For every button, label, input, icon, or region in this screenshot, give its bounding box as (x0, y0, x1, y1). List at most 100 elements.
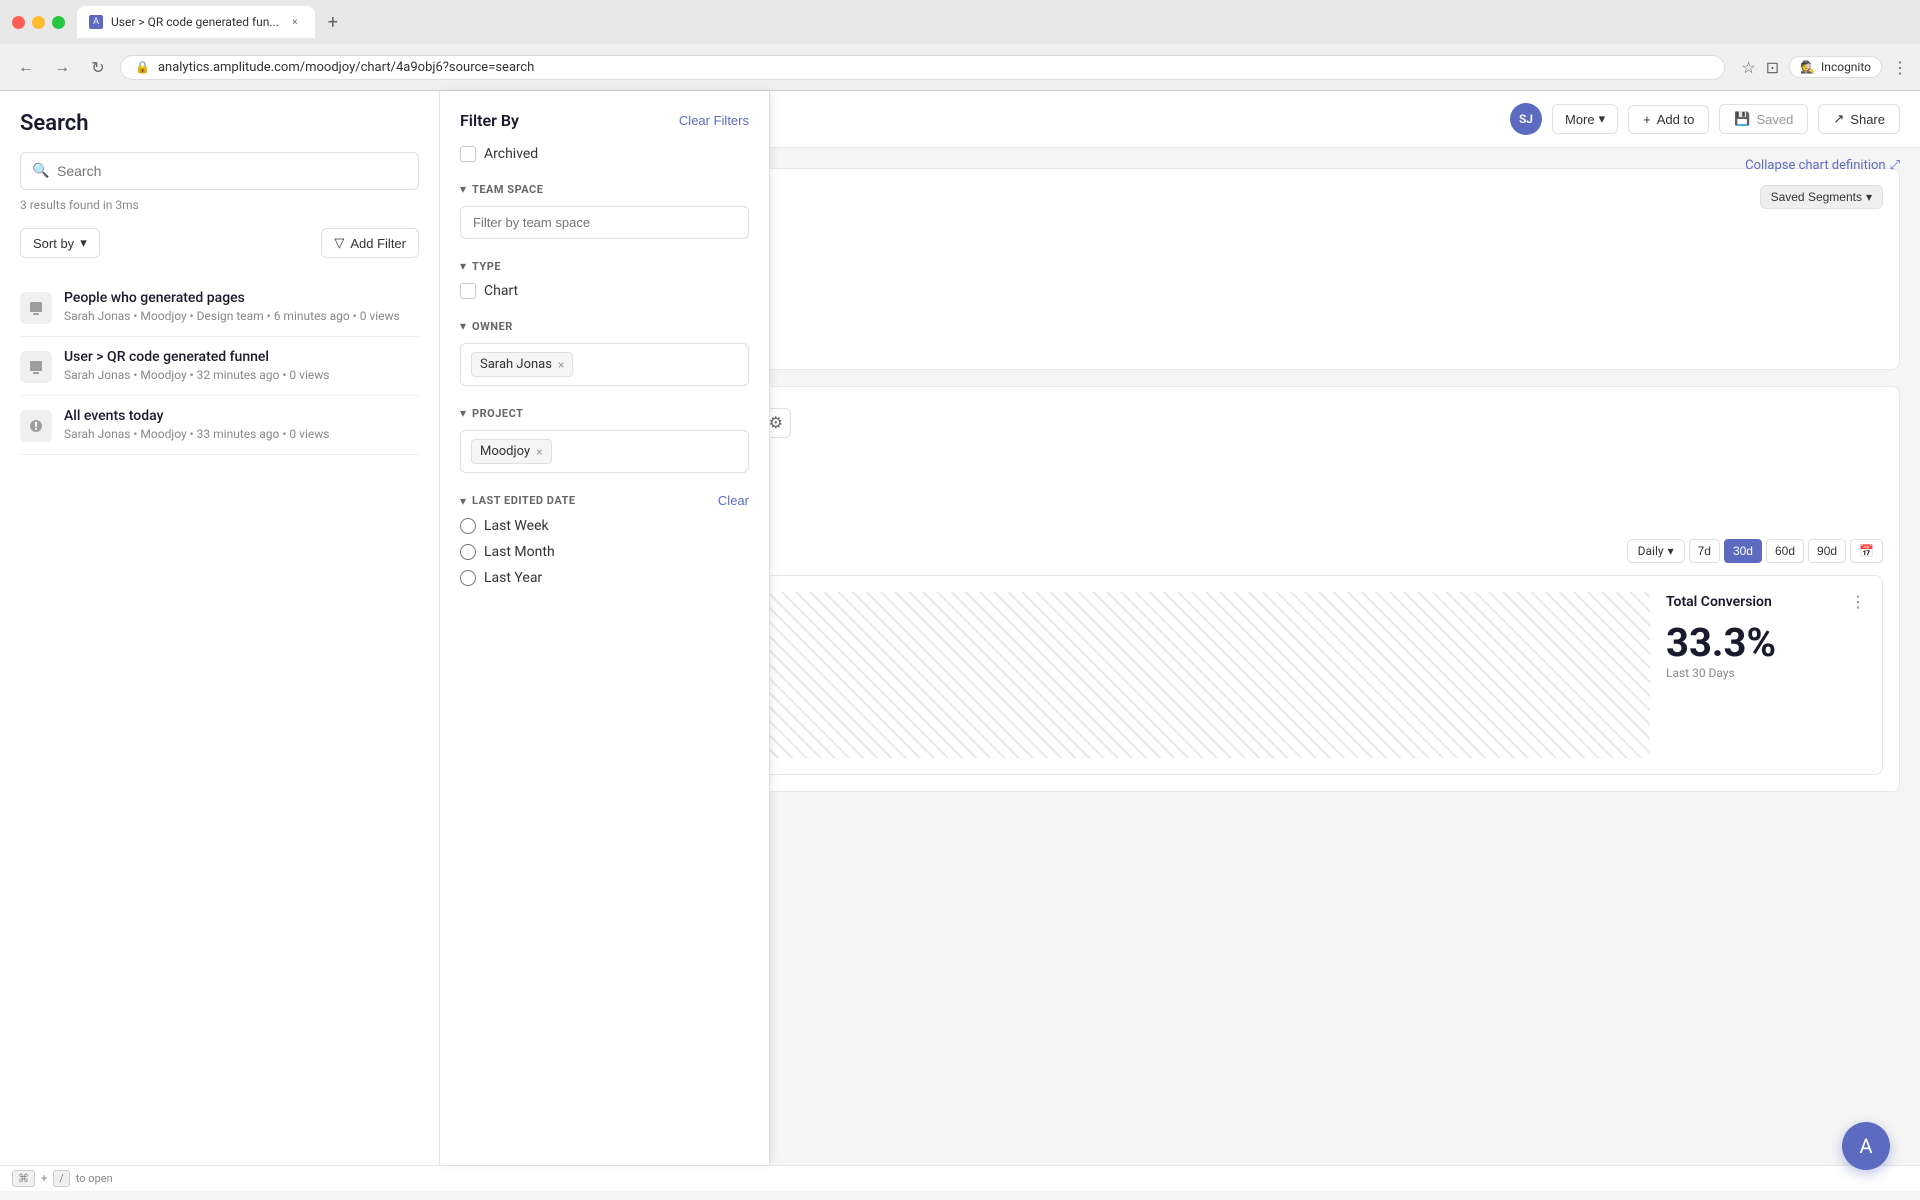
save-icon: 💾 (1734, 111, 1750, 127)
last-month-radio[interactable] (460, 544, 476, 560)
archived-filter-row[interactable]: Archived (460, 146, 749, 162)
result-content: People who generated pages Sarah Jonas •… (64, 290, 419, 323)
add-to-label: Add to (1657, 112, 1695, 127)
result-icon-events (20, 410, 52, 442)
last-week-option[interactable]: Last Week (460, 518, 749, 534)
chevron-down-icon: ▾ (80, 235, 87, 251)
total-conversion-label: Total Conversion (1666, 594, 1772, 610)
tab-close-button[interactable]: × (287, 14, 303, 30)
more-button[interactable]: More ▾ (1552, 104, 1618, 134)
result-meta: Sarah Jonas • Moodjoy • 33 minutes ago •… (64, 427, 419, 441)
search-panel: Search 🔍 3 results found in 3ms Sort by … (0, 91, 440, 1165)
url-text: analytics.amplitude.com/moodjoy/chart/4a… (158, 60, 534, 75)
back-nav-button[interactable]: ← (12, 53, 40, 81)
tab-label: User > QR code generated fun... (111, 15, 279, 29)
more-icon[interactable]: ⋮ (1850, 592, 1866, 611)
browser-window-controls[interactable] (12, 16, 65, 29)
period-calendar[interactable]: 📅 (1850, 539, 1883, 563)
project-tag-label: Moodjoy (480, 444, 530, 459)
browser-titlebar: A User > QR code generated fun... × + (0, 0, 1920, 44)
last-year-option[interactable]: Last Year (460, 570, 749, 586)
period-60d[interactable]: 60d (1766, 539, 1804, 563)
reload-button[interactable]: ↻ (84, 53, 112, 81)
collapse-chart-definition-link[interactable]: Collapse chart definition ⤢ (1745, 158, 1900, 173)
incognito-badge: 🕵 Incognito (1789, 56, 1882, 78)
new-tab-button[interactable]: + (319, 8, 347, 36)
archived-checkbox[interactable] (460, 146, 476, 162)
saved-button[interactable]: 💾 Saved (1719, 104, 1808, 134)
owner-tag: Sarah Jonas × (471, 352, 573, 377)
result-meta: Sarah Jonas • Moodjoy • 32 minutes ago •… (64, 368, 419, 382)
last-edited-date-header[interactable]: ▾ LAST EDITED DATE (460, 494, 576, 508)
chevron-down-icon: ▾ (460, 259, 466, 273)
list-item[interactable]: All events today Sarah Jonas • Moodjoy •… (20, 396, 419, 455)
browser-chrome: A User > QR code generated fun... × + ← … (0, 0, 1920, 91)
search-input-wrapper: 🔍 (20, 152, 419, 190)
last-month-option[interactable]: Last Month (460, 544, 749, 560)
archived-label: Archived (484, 146, 538, 162)
project-tag-remove[interactable]: × (536, 445, 542, 459)
menu-icon[interactable]: ⋮ (1892, 58, 1908, 77)
daily-dropdown[interactable]: Daily ▾ (1627, 539, 1685, 563)
last-edited-clear-button[interactable]: Clear (718, 493, 749, 508)
clear-filters-button[interactable]: Clear Filters (679, 113, 749, 128)
hint-text: to open (76, 1172, 113, 1185)
forward-nav-button[interactable]: → (48, 53, 76, 81)
shortcut-key: ⌘ (12, 1170, 35, 1187)
team-space-header[interactable]: ▾ TEAM SPACE (460, 182, 749, 196)
address-bar[interactable]: 🔒 analytics.amplitude.com/moodjoy/chart/… (120, 55, 1725, 80)
app-container: Search 🔍 3 results found in 3ms Sort by … (0, 91, 1920, 1165)
chevron-down-icon: ▾ (460, 182, 466, 196)
search-title: Search (20, 111, 419, 136)
bookmark-icon[interactable]: ☆ (1741, 58, 1755, 77)
chart-label: Chart (484, 283, 518, 299)
share-button[interactable]: ↗ Share (1818, 104, 1900, 134)
maximize-dot[interactable] (52, 16, 65, 29)
project-tags-input[interactable]: Moodjoy × (460, 430, 749, 473)
saved-segments-button[interactable]: Saved Segments ▾ (1760, 185, 1883, 209)
period-90d[interactable]: 90d (1808, 539, 1846, 563)
total-conversion-header: Total Conversion ⋮ (1666, 592, 1866, 611)
sort-by-button[interactable]: Sort by ▾ (20, 228, 100, 258)
list-item[interactable]: People who generated pages Sarah Jonas •… (20, 278, 419, 337)
filter-header: Filter By Clear Filters (460, 111, 749, 130)
add-to-button[interactable]: + Add to (1628, 105, 1709, 134)
sort-label: Sort by (33, 236, 74, 251)
last-edited-date-title: LAST EDITED DATE (472, 494, 576, 507)
more-label: More (1565, 112, 1595, 127)
chevron-down-icon: ▾ (1668, 544, 1674, 558)
filter-icon: ▽ (334, 235, 344, 251)
chart-checkbox[interactable] (460, 283, 476, 299)
collapse-label: Collapse chart definition (1745, 158, 1885, 173)
add-filter-button[interactable]: ▽ Add Filter (321, 228, 419, 258)
last-year-radio[interactable] (460, 570, 476, 586)
last-year-label: Last Year (484, 570, 542, 586)
project-header[interactable]: ▾ PROJECT (460, 406, 749, 420)
conversion-period: Last 30 Days (1666, 666, 1866, 680)
period-30d[interactable]: 30d (1724, 539, 1762, 563)
fab-button[interactable]: A (1842, 1122, 1890, 1170)
minimize-dot[interactable] (32, 16, 45, 29)
search-results-count: 3 results found in 3ms (20, 198, 419, 212)
search-input[interactable] (20, 152, 419, 190)
team-space-input[interactable] (460, 206, 749, 239)
project-section: ▾ PROJECT Moodjoy × (460, 406, 749, 473)
chart-type-row[interactable]: Chart (460, 283, 749, 299)
last-week-radio[interactable] (460, 518, 476, 534)
close-dot[interactable] (12, 16, 25, 29)
owner-tags-input[interactable]: Sarah Jonas × (460, 343, 749, 386)
owner-tag-remove[interactable]: × (558, 358, 564, 372)
period-7d[interactable]: 7d (1689, 539, 1720, 563)
owner-header[interactable]: ▾ OWNER (460, 319, 749, 333)
list-item[interactable]: User > QR code generated funnel Sarah Jo… (20, 337, 419, 396)
owner-section: ▾ OWNER Sarah Jonas × (460, 319, 749, 386)
team-space-title: TEAM SPACE (472, 183, 543, 196)
type-header[interactable]: ▾ TYPE (460, 259, 749, 273)
chevron-down-icon: ▾ (460, 319, 466, 333)
incognito-label: Incognito (1821, 60, 1871, 74)
last-week-label: Last Week (484, 518, 549, 534)
filter-title: Filter By (460, 111, 519, 130)
split-view-icon[interactable]: ⊡ (1766, 58, 1779, 77)
browser-tab-active[interactable]: A User > QR code generated fun... × (77, 6, 315, 38)
result-icon-qr (20, 351, 52, 383)
